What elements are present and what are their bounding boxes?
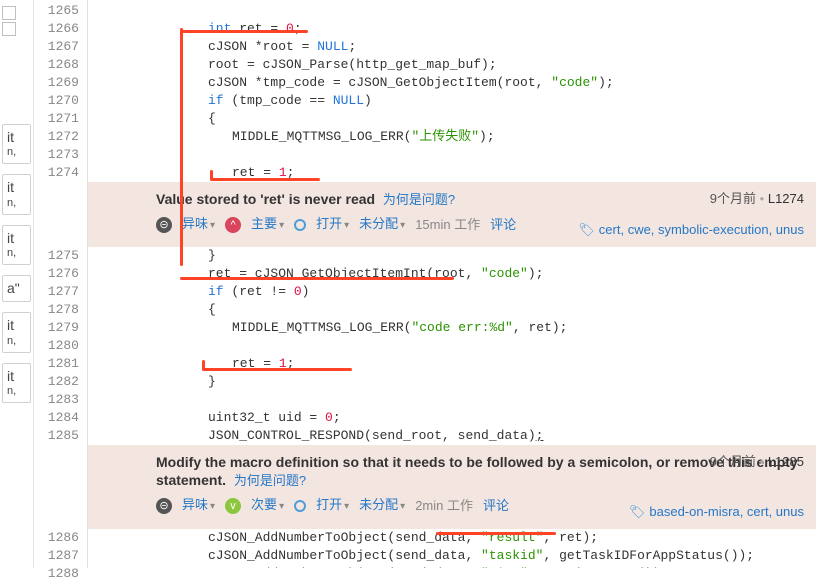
why-link[interactable]: 为何是问题?	[234, 473, 306, 488]
code-line	[88, 391, 816, 409]
line-number: 1265	[34, 2, 79, 20]
mini-result-1[interactable]: itn,	[2, 124, 31, 164]
code-line: cJSON_AddNumberToObject(send_data, "resu…	[88, 529, 816, 547]
line-number: 1278	[34, 301, 79, 319]
issue-title: Value stored to 'ret' is never read 为何是问…	[156, 190, 802, 209]
line-number: 1282	[34, 373, 79, 391]
line-number: 1274	[34, 164, 79, 182]
code-line: if (ret != 0)	[88, 283, 816, 301]
mini-panel: itn, itn, itn, a" itn, itn,	[0, 0, 34, 568]
code-line: cJSON *tmp_code = cJSON_GetObjectItem(ro…	[88, 74, 816, 92]
scroll-up-btn[interactable]	[2, 6, 16, 20]
code-line: MIDDLE_MQTTMSG_LOG_ERR("上传失败");	[88, 128, 816, 146]
code-line: int ret = 0;	[88, 20, 816, 38]
line-number: 1271	[34, 110, 79, 128]
line-number: 1286	[34, 529, 79, 547]
code-line: ret = 1;	[88, 355, 816, 373]
issue-severity[interactable]: 主要	[251, 215, 284, 235]
issue-card-1[interactable]: Value stored to 'ret' is never read 为何是问…	[88, 182, 816, 247]
code-line: cJSON *root = NULL;	[88, 38, 816, 56]
issue-comments[interactable]: 评论	[490, 216, 516, 234]
code-line: {	[88, 110, 816, 128]
line-number: 1283	[34, 391, 79, 409]
code-line: }	[88, 373, 816, 391]
line-number: 1266	[34, 20, 79, 38]
issue-type[interactable]: 异味	[182, 215, 215, 235]
mini-result-4[interactable]: a"	[2, 275, 31, 302]
line-number: 1281	[34, 355, 79, 373]
line-number: 1269	[34, 74, 79, 92]
issue-assignment[interactable]: 未分配	[359, 496, 405, 516]
tag-icon: 🏷	[629, 503, 646, 521]
code-line: if (tmp_code == NULL)	[88, 92, 816, 110]
why-link[interactable]: 为何是问题?	[383, 192, 455, 207]
line-number: 1279	[34, 319, 79, 337]
issue-effort: 2min 工作	[415, 497, 473, 515]
line-number-gutter: 1265 1266 1267 1268 1269 1270 1271 1272 …	[34, 0, 88, 568]
issue-title: Modify the macro definition so that it n…	[156, 453, 802, 490]
line-number: 1285	[34, 427, 79, 445]
line-number: 1273	[34, 146, 79, 164]
severity-major-icon: ^	[225, 217, 241, 233]
line-number: 1270	[34, 92, 79, 110]
issue-right: 9个月前 • L1274	[710, 190, 804, 208]
issue-type[interactable]: 异味	[182, 496, 215, 516]
issue-severity[interactable]: 次要	[251, 496, 284, 516]
issue-card-2[interactable]: Modify the macro definition so that it n…	[88, 445, 816, 529]
mini-result-5[interactable]: itn,	[2, 312, 31, 352]
code-line: ret = cJSON_GetObjectItemInt(root, "code…	[88, 265, 816, 283]
code-line	[88, 2, 816, 20]
mini-result-2[interactable]: itn,	[2, 174, 31, 214]
mini-buttons	[2, 6, 31, 36]
tag-icon: 🏷	[578, 221, 595, 239]
issue-tags[interactable]: 🏷based-on-misra, cert, unus	[629, 503, 804, 521]
issue-tags[interactable]: 🏷cert, cwe, symbolic-execution, unus	[578, 221, 804, 239]
issue-comments[interactable]: 评论	[483, 497, 509, 515]
code-line: MIDDLE_MQTTMSG_LOG_ERR("code err:%d", re…	[88, 319, 816, 337]
line-number: 1272	[34, 128, 79, 146]
status-open-icon	[294, 500, 306, 512]
mini-result-3[interactable]: itn,	[2, 225, 31, 265]
code-line: }	[88, 247, 816, 265]
line-number: 1287	[34, 547, 79, 565]
line-number: 1268	[34, 56, 79, 74]
code-line: root = cJSON_Parse(http_get_map_buf);	[88, 56, 816, 74]
code-line	[88, 337, 816, 355]
code-smell-icon: ⊝	[156, 498, 172, 514]
severity-minor-icon: v	[225, 498, 241, 514]
issue-assignment[interactable]: 未分配	[359, 215, 405, 235]
mini-result-6[interactable]: itn,	[2, 363, 31, 403]
status-open-icon	[294, 219, 306, 231]
issue-status[interactable]: 打开	[316, 215, 349, 235]
line-number: 1280	[34, 337, 79, 355]
scroll-down-btn[interactable]	[2, 22, 16, 36]
line-number: 1275	[34, 247, 79, 265]
issue-right: 9个月前 • L1285	[710, 453, 804, 471]
issue-status[interactable]: 打开	[316, 496, 349, 516]
code-column: int ret = 0; cJSON *root = NULL; root = …	[88, 0, 816, 568]
code-smell-icon: ⊝	[156, 217, 172, 233]
issue-effort: 15min 工作	[415, 216, 480, 234]
code-line: {	[88, 301, 816, 319]
line-number: 1267	[34, 38, 79, 56]
code-line	[88, 146, 816, 164]
code-line: uint32_t uid = 0;	[88, 409, 816, 427]
code-line: ret = 1;	[88, 164, 816, 182]
code-viewer: 1265 1266 1267 1268 1269 1270 1271 1272 …	[34, 0, 816, 568]
line-number: 1276	[34, 265, 79, 283]
line-number: 1277	[34, 283, 79, 301]
code-line: JSON_CONTROL_RESPOND(send_root, send_dat…	[88, 427, 816, 445]
line-number: 1284	[34, 409, 79, 427]
code-line: cJSON_AddNumberToObject(send_data, "task…	[88, 547, 816, 565]
